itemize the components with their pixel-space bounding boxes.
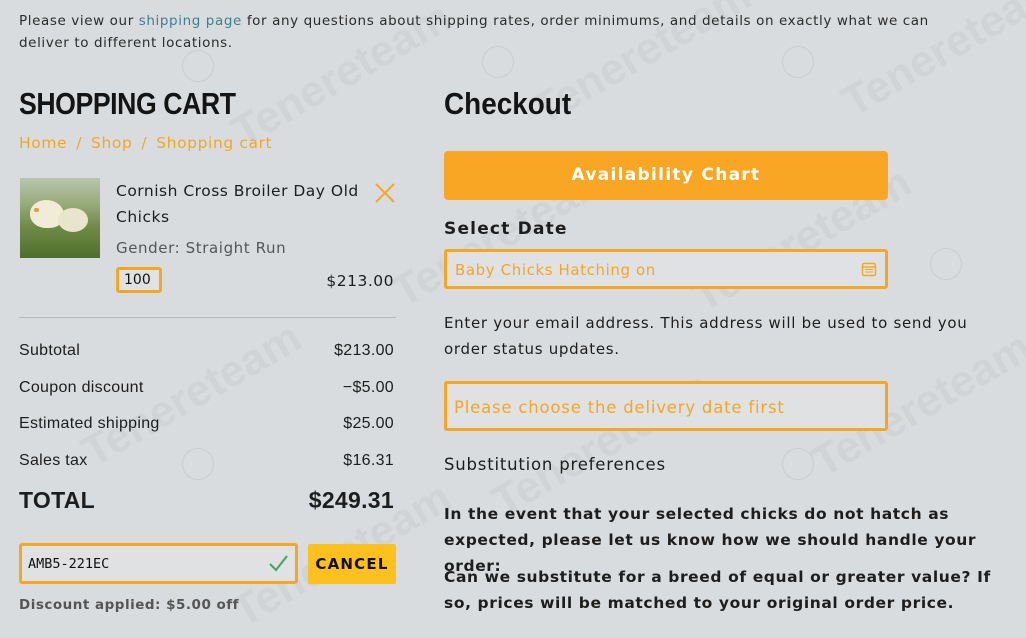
shipping-page-link[interactable]: shipping page — [139, 13, 242, 29]
summary-label: Coupon discount — [19, 379, 144, 396]
chick-shape — [58, 208, 88, 232]
checkmark-icon — [269, 555, 288, 572]
delivery-placeholder: Please choose the delivery date first — [454, 398, 785, 417]
substitution-preferences-label: Substitution preferences — [444, 455, 666, 474]
summary-value: $16.31 — [343, 452, 394, 469]
remove-item-button[interactable] — [372, 180, 398, 206]
summary-label: Subtotal — [19, 342, 81, 359]
cancel-coupon-button[interactable]: CANCEL — [308, 544, 396, 584]
product-thumbnail[interactable] — [20, 178, 100, 258]
coupon-code-input[interactable]: AMB5-221EC — [19, 543, 298, 584]
email-note: Enter your email address. This address w… — [444, 314, 968, 358]
watermark-logo-icon — [182, 448, 214, 480]
total-label: TOTAL — [19, 487, 96, 513]
delivery-date-input[interactable]: Please choose the delivery date first — [444, 381, 888, 431]
summary-label: Estimated shipping — [19, 415, 160, 432]
cart-divider — [19, 317, 396, 318]
date-placeholder: Baby Chicks Hatching on — [455, 261, 656, 279]
summary-value: $25.00 — [343, 415, 394, 432]
breadcrumb-shop[interactable]: Shop — [91, 134, 132, 152]
watermark-logo-icon — [782, 448, 814, 480]
notice-text-before: Please view our — [19, 13, 139, 29]
watermark-logo-icon — [182, 50, 214, 82]
select-date-label: Select Date — [444, 219, 568, 239]
summary-value: $213.00 — [334, 342, 394, 359]
breadcrumb-home[interactable]: Home — [19, 134, 67, 152]
coupon-code-value: AMB5-221EC — [28, 556, 110, 572]
product-gender: Gender: Straight Run — [116, 239, 287, 257]
summary-value: −$5.00 — [342, 379, 394, 396]
checkout-title: Checkout — [444, 86, 572, 121]
line-item-price: $213.00 — [326, 272, 394, 290]
chick-beak — [34, 208, 39, 212]
breadcrumb-shopping-cart[interactable]: Shopping cart — [156, 134, 272, 152]
calendar-icon[interactable] — [861, 261, 877, 277]
total-value: $249.31 — [308, 487, 394, 513]
cart-title: SHOPPING CART — [19, 86, 236, 121]
discount-applied-note: Discount applied: $5.00 off — [19, 597, 240, 613]
availability-chart-button[interactable]: Availability Chart — [444, 151, 888, 200]
breadcrumb-separator: / — [141, 134, 148, 152]
substitution-question-text: Can we substitute for a breed of equal o… — [444, 568, 991, 612]
quantity-input[interactable]: 100 — [116, 267, 162, 293]
watermark-logo-icon — [930, 248, 962, 280]
close-icon — [375, 183, 395, 203]
summary-label: Sales tax — [19, 452, 88, 469]
product-name[interactable]: Cornish Cross Broiler Day Old Chicks — [116, 178, 366, 230]
breadcrumb-separator: / — [76, 134, 83, 152]
breadcrumb: Home / Shop / Shopping cart — [19, 134, 272, 152]
shipping-notice: Please view our shipping page for any qu… — [19, 10, 979, 54]
hatch-date-input[interactable]: Baby Chicks Hatching on — [444, 249, 888, 289]
